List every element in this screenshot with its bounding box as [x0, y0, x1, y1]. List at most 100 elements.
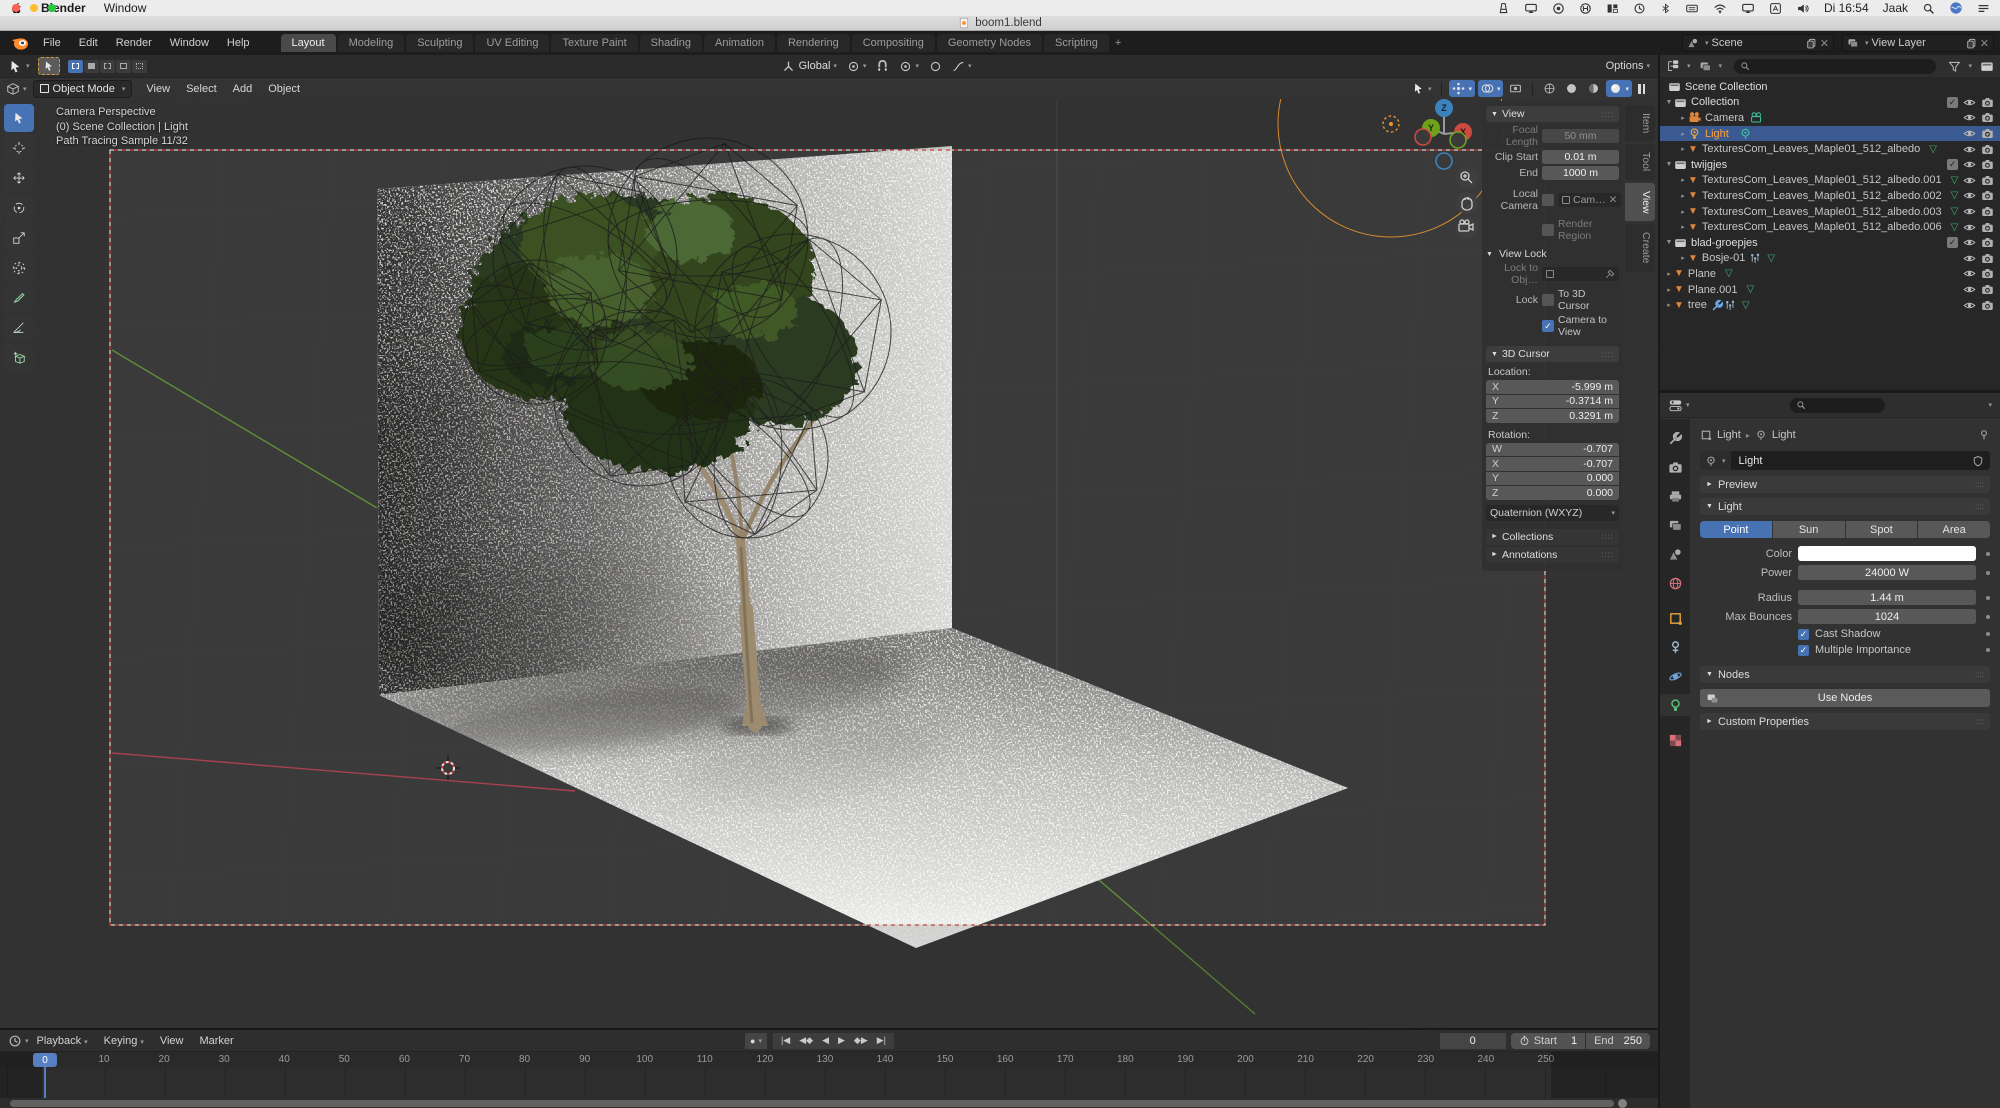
hide-icon[interactable]: [1963, 252, 1976, 265]
outliner-row-collection[interactable]: ▼blad-groepjes ✓: [1660, 235, 2000, 251]
tab-texture[interactable]: [1660, 729, 1690, 751]
breadcrumb-object[interactable]: Light: [1717, 429, 1741, 441]
select-mode-extend[interactable]: [84, 60, 99, 73]
cursor-loc-y[interactable]: Y-0.3714 m: [1486, 395, 1619, 409]
view-panel-header[interactable]: ▼View::::: [1486, 106, 1619, 122]
outliner-row-mesh[interactable]: ▸▼TexturesCom_Leaves_Maple01_512_albedo.…: [1660, 204, 2000, 220]
show-gizmo-dropdown[interactable]: ▾: [1449, 80, 1475, 97]
input-source-icon[interactable]: [1769, 2, 1782, 15]
snap-toggle[interactable]: [873, 58, 892, 75]
play-reverse-button[interactable]: ◀: [818, 1035, 833, 1046]
local-camera-field[interactable]: Cam…✕: [1558, 193, 1621, 207]
timeline-editor-type-icon[interactable]: [8, 1034, 22, 1048]
color-swatch[interactable]: [1798, 546, 1976, 561]
play-button[interactable]: ▶: [834, 1035, 849, 1046]
prev-keyframe-button[interactable]: ◀◆: [795, 1035, 817, 1046]
transform-orientation-dropdown[interactable]: Global▾: [779, 58, 840, 75]
shading-material-button[interactable]: [1584, 80, 1603, 97]
outliner-row-mesh[interactable]: ▸▼TexturesCom_Leaves_Maple01_512_albedo.…: [1660, 188, 2000, 204]
pivot-point-dropdown[interactable]: ▾: [844, 58, 870, 75]
hide-icon[interactable]: [1963, 127, 1976, 140]
outliner-display-mode-icon[interactable]: [1666, 59, 1680, 73]
tool-scale[interactable]: [4, 224, 34, 252]
view-lock-subpanel-header[interactable]: ▼View Lock: [1486, 248, 1619, 260]
collection-checkbox[interactable]: ✓: [1947, 159, 1958, 170]
cursor-rot-z[interactable]: Z0.000: [1486, 486, 1619, 500]
remove-view-layer-icon[interactable]: ✕: [1980, 37, 1989, 50]
sidebar-tab[interactable]: Create: [1625, 224, 1655, 272]
spotlight-icon[interactable]: [1922, 2, 1935, 15]
rotation-mode-dropdown[interactable]: Quaternion (WXYZ)▾: [1486, 505, 1619, 521]
camera-to-view-checkbox[interactable]: ✓: [1542, 320, 1554, 332]
time-machine-icon[interactable]: [1633, 2, 1646, 15]
macos-window-menu[interactable]: Window: [104, 1, 147, 15]
datablock-name[interactable]: Light: [1731, 455, 1972, 467]
viewport-3d[interactable]: Z Y X: [0, 99, 1658, 1028]
light-type-button[interactable]: Sun: [1773, 521, 1845, 538]
hide-icon[interactable]: [1963, 267, 1976, 280]
hide-icon[interactable]: [1963, 221, 1976, 234]
clip-end-field[interactable]: 1000 m: [1542, 166, 1619, 180]
fake-user-shield-icon[interactable]: [1972, 455, 1984, 467]
radius-field[interactable]: 1.44 m: [1798, 590, 1976, 605]
viewport-menu-item[interactable]: Add: [225, 83, 261, 95]
tool-measure[interactable]: [4, 314, 34, 342]
local-camera-checkbox[interactable]: [1542, 194, 1554, 206]
hide-icon[interactable]: [1963, 205, 1976, 218]
timeline-menu-view[interactable]: View: [152, 1035, 192, 1047]
viewport-menu-item[interactable]: Object: [260, 83, 308, 95]
tab-tool[interactable]: [1660, 427, 1690, 449]
blender-logo-icon[interactable]: [10, 33, 30, 53]
view-layer-selector[interactable]: ▾ View Layer ✕: [1842, 34, 1994, 52]
animate-dot[interactable]: [1986, 648, 1990, 652]
outliner-row-mesh[interactable]: ▸▼Plane.001▽: [1660, 282, 2000, 298]
sidebar-tab[interactable]: View: [1625, 183, 1655, 222]
outliner-row-mesh[interactable]: ▸▼Plane▽: [1660, 266, 2000, 282]
disable-render-icon[interactable]: [1981, 252, 1994, 265]
disable-render-icon[interactable]: [1981, 221, 1994, 234]
tab-view-layer[interactable]: [1660, 514, 1690, 536]
timeline-scrollbar[interactable]: [10, 1100, 1614, 1107]
cursor-rot-w[interactable]: W-0.707: [1486, 443, 1619, 457]
light-type-button[interactable]: Spot: [1846, 521, 1918, 538]
cast-shadow-checkbox[interactable]: ✓: [1798, 629, 1809, 640]
tab-output[interactable]: [1660, 485, 1690, 507]
tab-object-data[interactable]: [1660, 694, 1690, 716]
disable-render-icon[interactable]: [1981, 299, 1994, 312]
outliner-filter-id-icon[interactable]: [1699, 60, 1712, 73]
outliner-row-mesh[interactable]: ▸▼Bosje-01 ▽: [1660, 251, 2000, 267]
animate-dot[interactable]: [1986, 596, 1990, 600]
to-3d-cursor-checkbox[interactable]: [1542, 294, 1554, 306]
light-type-button[interactable]: Area: [1918, 521, 1990, 538]
workspace-tab[interactable]: Layout: [281, 34, 336, 52]
breadcrumb-data[interactable]: Light: [1772, 429, 1796, 441]
disable-render-icon[interactable]: [1981, 127, 1994, 140]
creative-cloud-icon[interactable]: [1552, 2, 1565, 15]
hide-icon[interactable]: [1963, 111, 1976, 124]
hide-icon[interactable]: [1963, 174, 1976, 187]
timeline-menu-keying[interactable]: Keying▾: [96, 1035, 152, 1047]
disable-render-icon[interactable]: [1981, 111, 1994, 124]
proportional-falloff-dropdown[interactable]: ▾: [949, 58, 975, 75]
eyedropper-icon[interactable]: [1605, 269, 1615, 279]
sidebar-tab[interactable]: Item: [1625, 105, 1655, 141]
playhead[interactable]: 0: [33, 1053, 57, 1067]
timeline-menu-marker[interactable]: Marker: [191, 1035, 241, 1047]
sidecar-icon[interactable]: [1524, 2, 1538, 15]
user-menu[interactable]: Jaak: [1883, 1, 1908, 15]
animate-dot[interactable]: [1986, 571, 1990, 575]
control-center-icon[interactable]: [1977, 2, 1990, 15]
outliner-row-mesh[interactable]: ▸▼TexturesCom_Leaves_Maple01_512_albedo.…: [1660, 173, 2000, 189]
next-keyframe-button[interactable]: ◆▶: [850, 1035, 872, 1046]
topbar-menu-item[interactable]: Edit: [70, 37, 107, 49]
vlc-cone-icon[interactable]: [1497, 2, 1510, 15]
wifi-icon[interactable]: [1713, 2, 1727, 15]
scene-selector[interactable]: ▾ Scene ✕: [1682, 34, 1834, 52]
volume-icon[interactable]: [1796, 2, 1810, 15]
frame-end-field[interactable]: End250: [1586, 1033, 1650, 1049]
topbar-menu-item[interactable]: Window: [161, 37, 218, 49]
animate-dot[interactable]: [1986, 632, 1990, 636]
scene-name[interactable]: Scene: [1712, 37, 1803, 49]
workspace-tab[interactable]: Rendering: [777, 34, 850, 52]
hide-icon[interactable]: [1963, 236, 1976, 249]
